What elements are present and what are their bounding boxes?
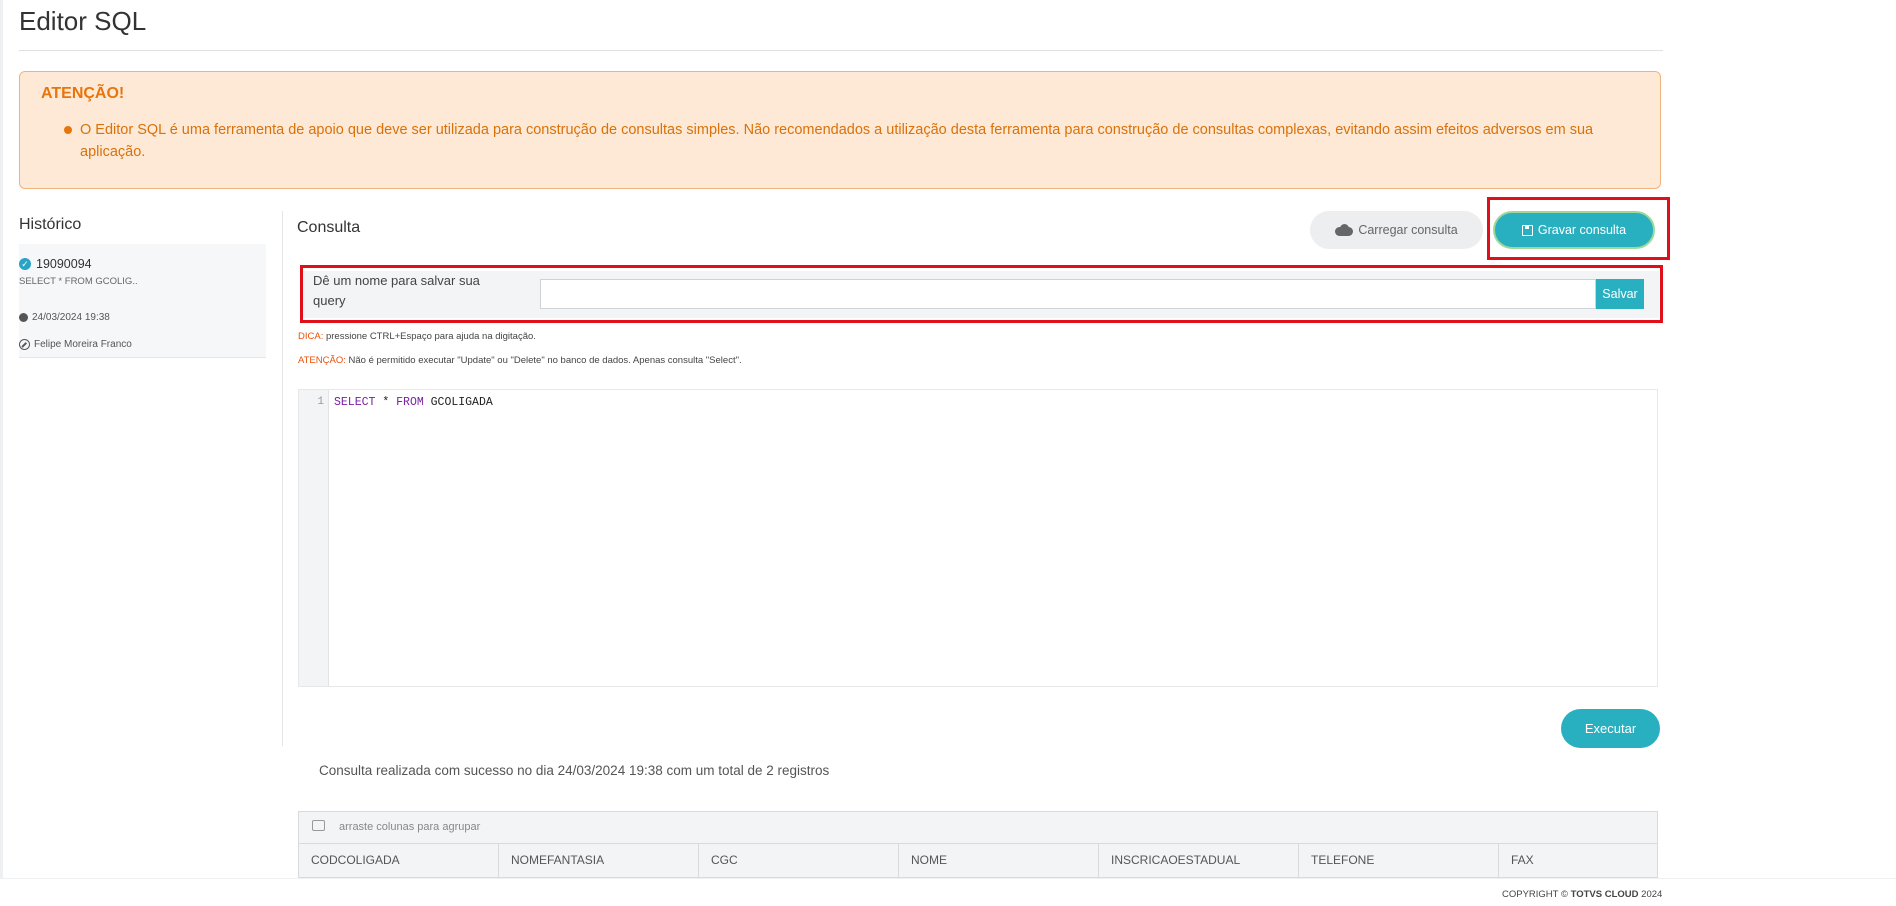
history-item-header: ✓ 19090094 xyxy=(19,257,92,271)
check-icon: ✓ xyxy=(19,258,31,270)
alert-message: O Editor SQL é uma ferramenta de apoio q… xyxy=(80,122,1594,160)
column-header[interactable]: INSCRICAOESTADUAL xyxy=(1099,843,1299,877)
results-grid: arraste colunas para agrupar CODCOLIGADA… xyxy=(298,811,1658,878)
history-item-datetime: 24/03/2024 19:38 xyxy=(32,312,110,323)
history-item-user: Felipe Moreira Franco xyxy=(34,339,132,350)
title-divider xyxy=(19,50,1663,51)
warning-text: Não é permitido executar "Update" ou "De… xyxy=(345,355,742,366)
column-header[interactable]: CODCOLIGADA xyxy=(299,843,499,877)
tip-line: DICA: pressione CTRL+Espaço para ajuda n… xyxy=(298,331,536,342)
footer: COPYRIGHT © TOTVS CLOUD 2024 xyxy=(0,878,1896,906)
tip-text: pressione CTRL+Espaço para ajuda na digi… xyxy=(323,331,536,342)
clock-icon xyxy=(19,313,28,322)
result-message: Consulta realizada com sucesso no dia 24… xyxy=(319,763,830,778)
copyright-year: 2024 xyxy=(1638,889,1663,900)
table-name: GCOLIGADA xyxy=(423,396,493,409)
load-query-button[interactable]: Carregar consulta xyxy=(1310,211,1483,249)
user-icon xyxy=(19,339,30,350)
history-item-query: SELECT * FROM GCOLIG.. xyxy=(19,276,138,287)
history-item-user-row: Felipe Moreira Franco xyxy=(19,339,132,350)
cloud-download-icon xyxy=(1335,224,1354,236)
line-number: 1 xyxy=(317,396,324,408)
group-by-bar[interactable]: arraste colunas para agrupar xyxy=(299,812,1657,844)
load-query-label: Carregar consulta xyxy=(1358,223,1458,237)
history-item-id: 19090094 xyxy=(36,257,92,271)
history-title: Histórico xyxy=(19,216,82,233)
history-item[interactable]: ✓ 19090094 SELECT * FROM GCOLIG.. 24/03/… xyxy=(19,244,266,358)
code-line[interactable]: SELECT * FROM GCOLIGADA xyxy=(334,396,493,409)
copyright-prefix: COPYRIGHT © xyxy=(1502,889,1571,900)
warning-alert: ATENÇÃO! O Editor SQL é uma ferramenta d… xyxy=(19,71,1661,189)
tip-label: DICA: xyxy=(298,331,324,342)
execute-button[interactable]: Executar xyxy=(1561,709,1660,748)
group-icon xyxy=(312,820,325,831)
sql-editor[interactable]: 1 SELECT * FROM GCOLIGADA xyxy=(298,389,1658,687)
history-item-datetime-row: 24/03/2024 19:38 xyxy=(19,312,110,323)
copyright: COPYRIGHT © TOTVS CLOUD 2024 xyxy=(1502,889,1662,900)
bullet-icon xyxy=(64,126,72,134)
keyword-select: SELECT xyxy=(334,396,376,409)
column-header[interactable]: CGC xyxy=(699,843,899,877)
column-header[interactable]: NOME xyxy=(899,843,1099,877)
column-header[interactable]: TELEFONE xyxy=(1299,843,1499,877)
editor-gutter: 1 xyxy=(299,390,329,686)
highlight-save-button xyxy=(1487,197,1670,260)
column-header[interactable]: FAX xyxy=(1499,843,1657,877)
column-header[interactable]: NOMEFANTASIA xyxy=(499,843,699,877)
query-panel-title: Consulta xyxy=(297,219,361,236)
group-hint: arraste colunas para agrupar xyxy=(339,821,481,833)
keyword-from: FROM xyxy=(396,396,424,409)
highlight-query-name xyxy=(300,265,1663,323)
warning-line: ATENÇÃO: Não é permitido executar "Updat… xyxy=(298,355,742,366)
page-title: Editor SQL xyxy=(19,6,147,36)
copyright-brand: TOTVS CLOUD xyxy=(1570,889,1639,900)
alert-title: ATENÇÃO! xyxy=(41,85,125,102)
left-border xyxy=(0,0,3,878)
panel-divider xyxy=(282,211,283,746)
operator-star: * xyxy=(375,396,397,409)
warning-label: ATENÇÃO: xyxy=(298,355,346,366)
